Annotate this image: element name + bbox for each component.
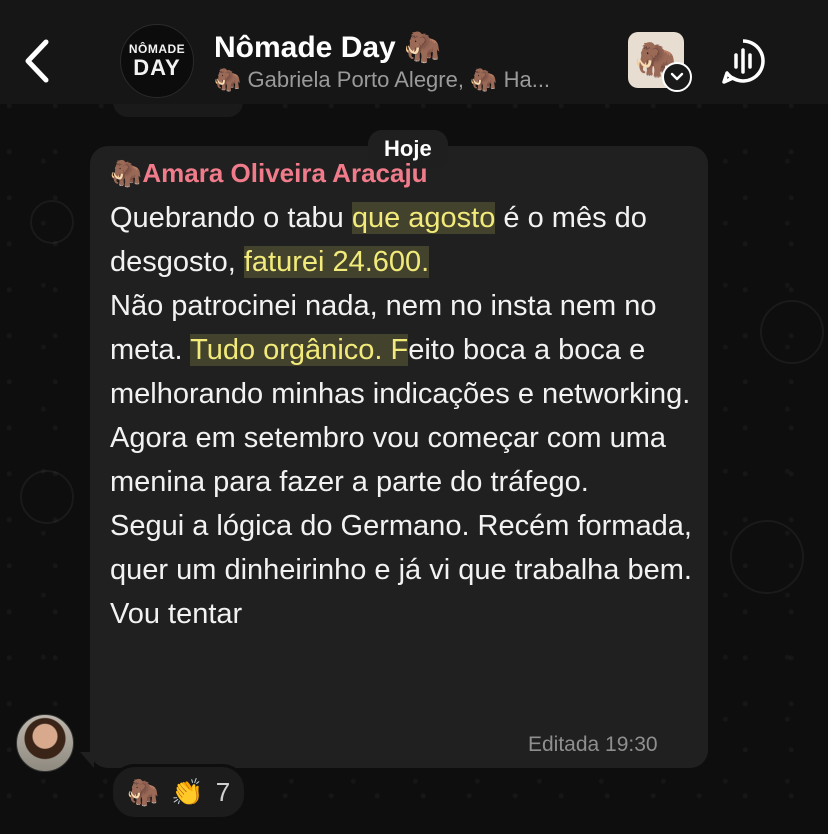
- mammoth-reaction-icon: 🦣: [127, 776, 160, 807]
- group-title[interactable]: Nômade Day 🦣: [214, 30, 441, 65]
- message-paragraph: Segui a lógica do Germano. Recém formada…: [110, 510, 692, 630]
- chevron-down-icon: [662, 62, 692, 92]
- message-reactions[interactable]: 🦣 👏 7: [110, 764, 248, 820]
- clapping-hands-reaction-icon: 👏: [171, 776, 204, 807]
- chat-header: NÔMADE DAY Nômade Day 🦣 🦣 Gabriela Porto…: [0, 0, 828, 104]
- sender-avatar[interactable]: [16, 714, 74, 772]
- message-edited-timestamp: Editada 19:30: [528, 733, 658, 756]
- text-segment: Quebrando o tabu: [110, 202, 352, 234]
- group-avatar-line1: NÔMADE: [128, 42, 186, 56]
- voice-call-button[interactable]: [718, 36, 768, 86]
- voice-call-icon: [722, 39, 765, 84]
- message-bubble-tail: [80, 752, 94, 768]
- highlighted-text: que agosto: [351, 202, 496, 234]
- message-paragraph: Quebrando o tabu que agosto é o mês do d…: [110, 196, 700, 284]
- group-avatar-line2: DAY: [133, 55, 181, 80]
- message-text: Quebrando o tabu que agosto é o mês do d…: [110, 196, 700, 636]
- highlighted-text: Tudo orgânico. F: [190, 334, 409, 366]
- back-button[interactable]: [18, 36, 58, 86]
- message-paragraph: Agora em setembro vou começar com uma me…: [110, 422, 667, 498]
- group-members-subtitle[interactable]: 🦣 Gabriela Porto Alegre, 🦣 Ha...: [214, 67, 614, 93]
- reaction-count: 7: [215, 776, 231, 807]
- message-paragraph: Não patrocinei nada, nem no insta nem no…: [110, 284, 700, 416]
- highlighted-text: faturei 24.600.: [243, 246, 430, 278]
- message-sender-name[interactable]: 🦣Amara Oliveira Aracaju: [110, 158, 428, 189]
- group-avatar[interactable]: NÔMADE DAY: [120, 24, 194, 98]
- chevron-left-icon: [25, 39, 49, 83]
